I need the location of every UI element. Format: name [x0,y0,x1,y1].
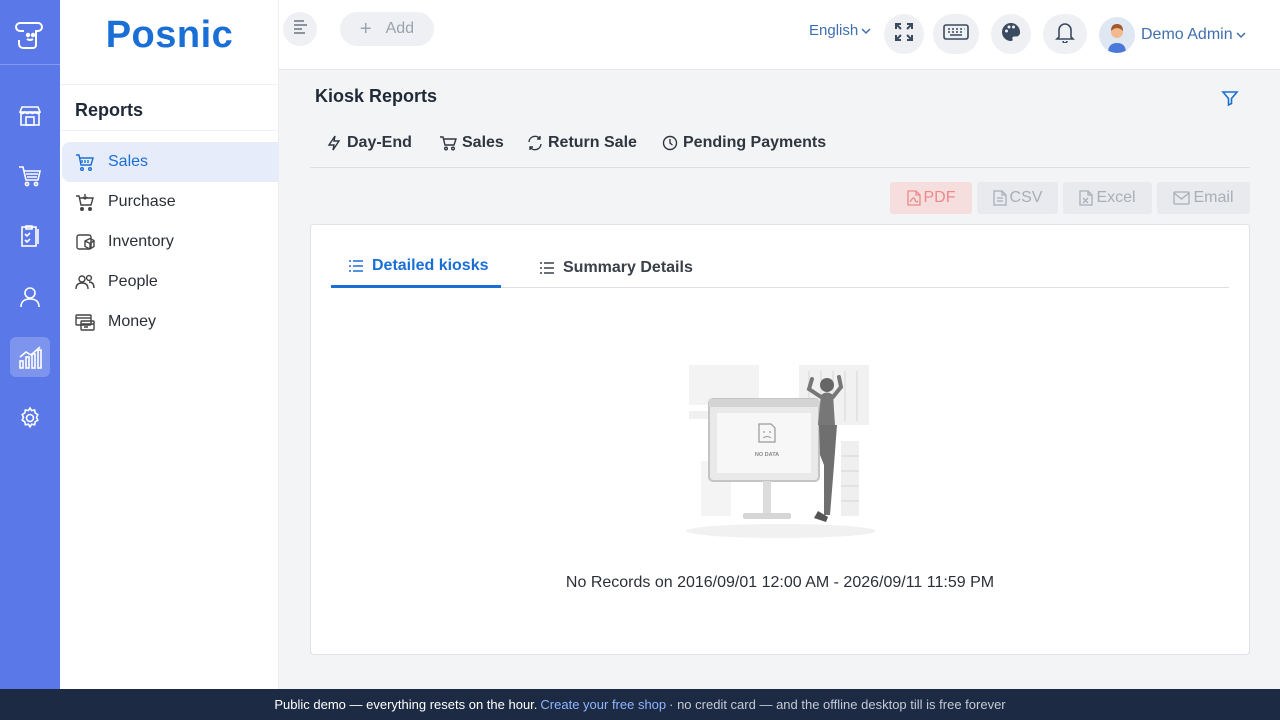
export-pdf-button[interactable]: PDF [890,182,972,214]
app-logo-icon[interactable] [11,14,49,52]
fullscreen-button[interactable] [884,14,924,54]
tab-label: Summary Details [563,258,693,276]
report-tabs: Day-End Sales Return Sale Pending Paymen… [310,128,1250,168]
menu-align-icon [291,19,309,40]
people-icon [75,272,95,292]
rail-clipboard-icon[interactable] [10,216,50,256]
add-button-label: Add [385,20,415,37]
sidebar-item-label: Purchase [108,193,176,210]
sidebar-item-inventory[interactable]: Inventory [62,222,279,262]
tab-detailed-kiosks[interactable]: Detailed kiosks [331,247,501,288]
sidebar-item-label: People [108,273,158,290]
export-csv-button[interactable]: CSV [977,182,1058,214]
banner-text: Public demo — everything resets on the h… [274,697,538,712]
tab-label: Return Sale [548,134,637,151]
demo-banner: Public demo — everything resets on the h… [0,689,1280,720]
export-label: Excel [1096,189,1136,206]
export-label: PDF [923,189,956,206]
tab-pending-payments[interactable]: Pending Payments [662,134,826,152]
export-email-button[interactable]: Email [1157,182,1250,214]
basket-icon [75,152,95,172]
no-data-caption: NO DATA [755,452,779,458]
divider [60,130,279,131]
sidebar-item-label: Money [108,313,157,330]
empty-state-message: No Records on 2016/09/01 12:00 AM - 2026… [565,574,995,591]
rail-user-icon[interactable] [10,277,50,317]
excel-file-icon [1079,190,1094,206]
page-title: Kiosk Reports [315,86,438,106]
rail-reports-chart-icon[interactable] [10,337,50,377]
report-card: Detailed kiosks Summary Details NO DATA [310,224,1250,655]
cart-icon [439,135,457,151]
box-icon [75,232,95,252]
avatar [1099,17,1135,53]
sidebar-toggle-button[interactable] [283,12,317,46]
clock-icon [662,135,678,151]
bell-icon [1055,21,1075,48]
lightning-icon [326,135,342,151]
csv-file-icon [992,190,1007,206]
sidebar-item-sales[interactable]: Sales [62,142,279,182]
sidebar-item-money[interactable]: Money [62,302,279,342]
money-icon [75,312,95,332]
list-icon [540,261,554,274]
reports-sidebar: Posnic Reports Sales Purchase Inventory … [60,0,279,689]
user-name: Demo Admin [1141,26,1233,43]
tab-label: Day-End [347,134,412,151]
tab-label: Pending Payments [683,134,827,151]
keyboard-icon [943,23,969,45]
tab-return-sale[interactable]: Return Sale [527,134,637,152]
tab-label: Detailed kiosks [372,257,489,274]
user-menu[interactable]: Demo Admin [1099,17,1246,53]
chevron-down-icon [861,27,871,35]
export-label: Email [1193,189,1234,206]
sidebar-item-purchase[interactable]: Purchase [62,182,279,222]
pdf-file-icon [906,190,921,206]
divider [60,84,279,85]
theme-button[interactable] [991,14,1031,54]
palette-icon [1001,22,1021,47]
notifications-button[interactable] [1043,14,1087,54]
no-data-illustration: NO DATA [681,361,881,541]
add-button[interactable]: + Add [340,12,434,46]
list-icon [349,260,363,272]
top-header: + Add English Demo Admin [279,0,1280,70]
chevron-down-icon [1236,31,1246,39]
create-shop-link[interactable]: Create your free shop [540,697,666,712]
sidebar-item-people[interactable]: People [62,262,279,302]
filter-icon[interactable] [1221,89,1239,107]
icon-rail [0,0,60,689]
mail-icon [1173,191,1191,205]
report-view-tabs: Detailed kiosks Summary Details [331,247,1229,288]
plus-icon: + [359,18,372,40]
sidebar-item-label: Inventory [108,233,174,250]
export-excel-button[interactable]: Excel [1063,182,1152,214]
tab-summary-details[interactable]: Summary Details [540,247,693,288]
refresh-icon [527,135,543,151]
purchase-cart-icon [75,192,95,212]
rail-divider [0,64,60,65]
language-selector[interactable]: English [809,22,871,39]
export-label: CSV [1009,189,1043,206]
tab-sales[interactable]: Sales [439,134,504,152]
rail-settings-gear-icon[interactable] [10,398,50,438]
banner-subtext: · no credit card — and the offline deskt… [669,697,1006,712]
brand-logo[interactable]: Posnic [60,14,279,57]
sidebar-item-label: Sales [108,153,149,170]
language-label: English [809,22,859,39]
rail-store-icon[interactable] [10,96,50,136]
sidebar-title: Reports [75,100,144,120]
tab-label: Sales [462,134,504,151]
expand-icon [894,22,914,47]
tab-day-end[interactable]: Day-End [326,134,412,152]
rail-cart-icon[interactable] [10,156,50,196]
keyboard-shortcuts-button[interactable] [933,14,979,54]
